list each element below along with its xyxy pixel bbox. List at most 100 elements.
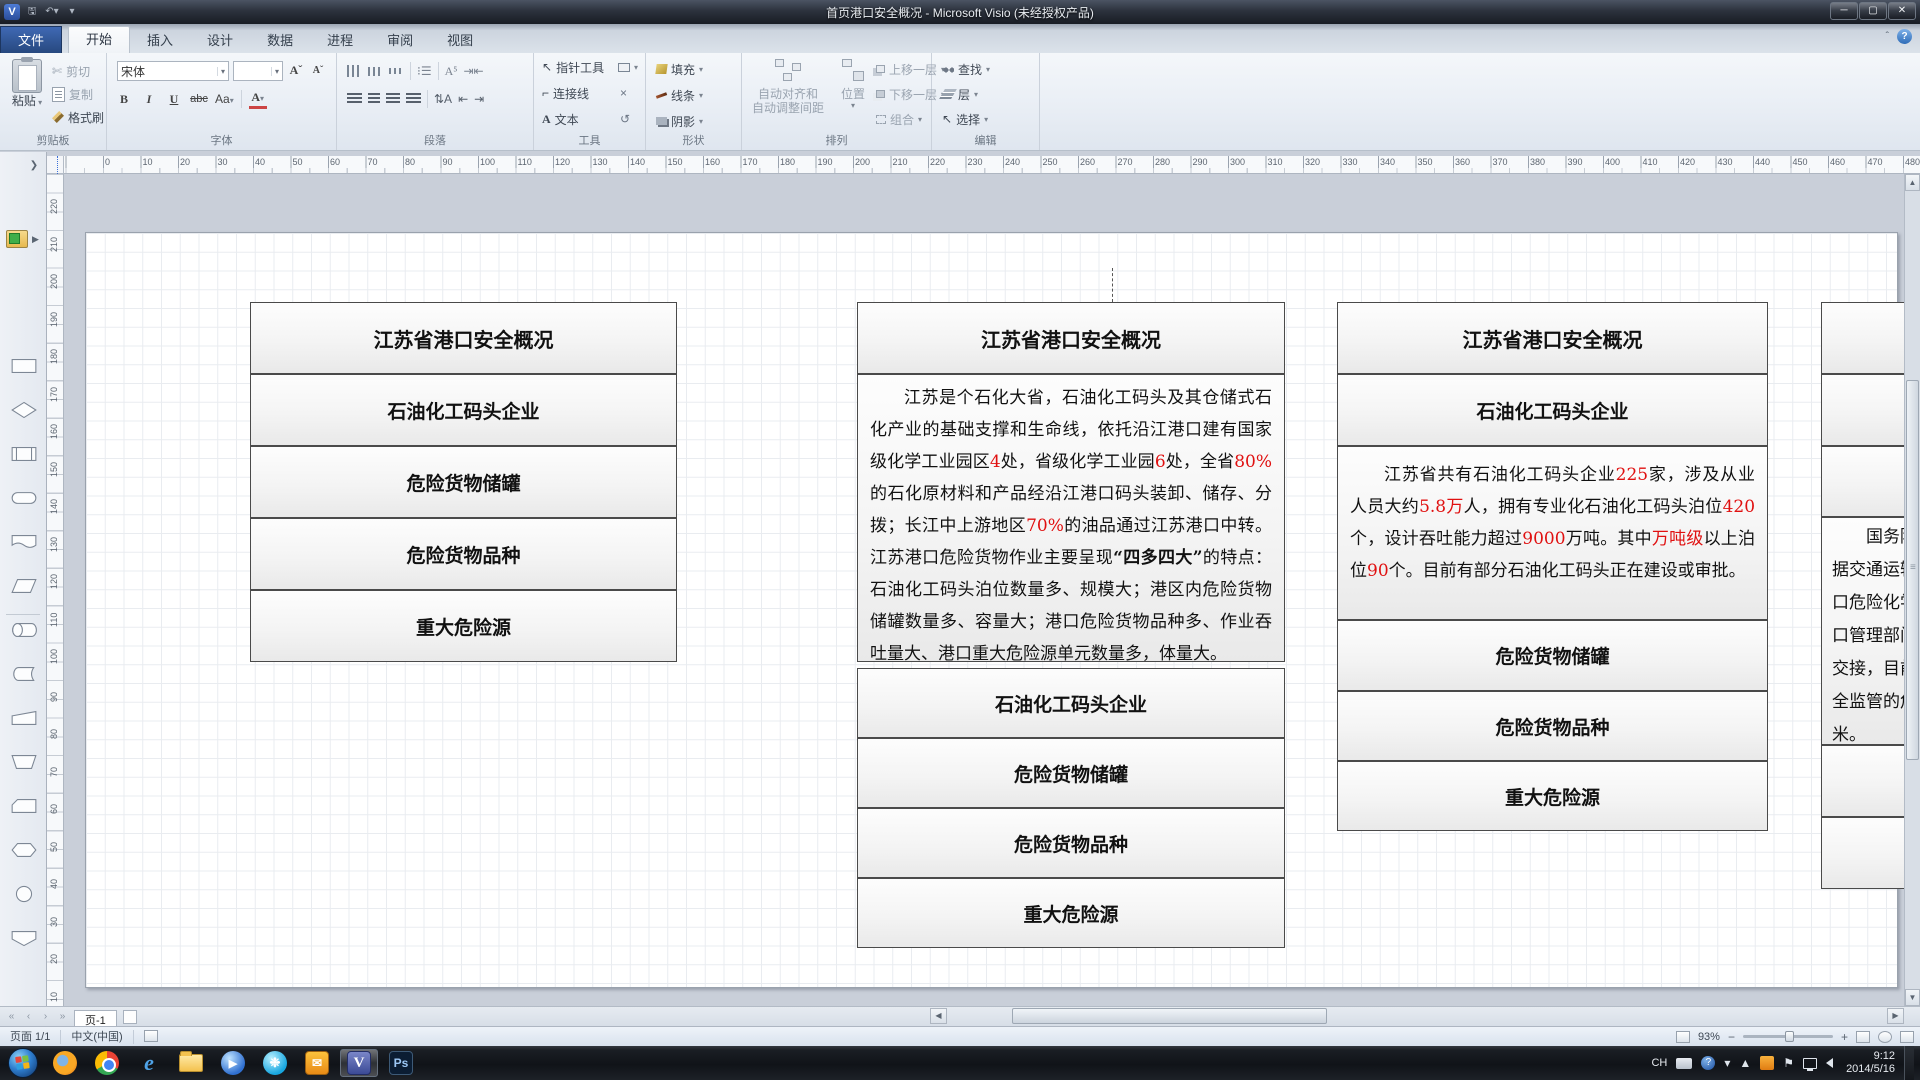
vertical-scroll-thumb[interactable]	[1906, 380, 1919, 760]
undo-button[interactable]: ↶▾	[44, 4, 60, 20]
shape-col2-title[interactable]: 江苏省港口安全概况	[857, 302, 1285, 374]
taskbar-outlook-icon[interactable]: ✉	[298, 1049, 336, 1077]
font-color-button[interactable]: A▾	[249, 90, 267, 109]
text-tool-button[interactable]: A文本	[542, 109, 579, 129]
shape-col1-item[interactable]: 重大危险源	[250, 590, 677, 662]
stencil-shape-manual-input[interactable]	[10, 708, 38, 728]
justify-icon[interactable]	[406, 93, 421, 105]
shape-col1-item[interactable]: 石油化工码头企业	[250, 374, 677, 446]
insert-page-button[interactable]	[123, 1010, 137, 1024]
character-spacing-icon[interactable]: A⁵	[445, 64, 458, 79]
connector-button[interactable]: ⌐连接线	[542, 83, 589, 103]
status-page-indicator[interactable]: 页面 1/1	[0, 1030, 61, 1044]
restore-button[interactable]: ▢	[1859, 2, 1887, 20]
shape-col3-item[interactable]: 危险货物品种	[1337, 691, 1768, 761]
taskbar-explorer-icon[interactable]	[172, 1049, 210, 1077]
tab-review[interactable]: 审阅	[370, 28, 430, 53]
shape-col3-paragraph[interactable]: 江苏省共有石油化工码头企业225家，涉及从业人员大约5.8万人，拥有专业化石油化…	[1337, 446, 1768, 620]
shape-col3-item[interactable]: 重大危险源	[1337, 761, 1768, 831]
scroll-down-button[interactable]: ▼	[1905, 989, 1920, 1006]
shadow-button[interactable]: 阴影▾	[656, 111, 703, 131]
taskbar-ie-icon[interactable]: e	[130, 1049, 168, 1077]
bold-button[interactable]: B	[115, 90, 133, 109]
previous-page-button[interactable]: ‹	[21, 1011, 36, 1022]
position-button[interactable]: 位置 ▾	[834, 57, 872, 110]
shape-col3-item-top[interactable]: 石油化工码头企业	[1337, 374, 1768, 446]
group-button[interactable]: 组合▾	[876, 109, 922, 129]
last-page-button[interactable]: »	[55, 1011, 70, 1022]
vertical-scrollbar[interactable]: ▲ ▼	[1904, 174, 1920, 1006]
shape-col1-title[interactable]: 江苏省港口安全概况	[250, 302, 677, 374]
shape-col2-item[interactable]: 石油化工码头企业	[857, 668, 1285, 738]
taskbar-clock[interactable]: 9:12 2014/5/16	[1842, 1050, 1895, 1076]
expand-shapes-panel-button[interactable]: ❯	[26, 158, 42, 174]
font-name-combo[interactable]: 宋体▾	[117, 61, 229, 81]
stencil-shape-preparation[interactable]	[10, 840, 38, 860]
show-desktop-button[interactable]	[1904, 1046, 1914, 1080]
volume-icon[interactable]	[1826, 1058, 1833, 1068]
language-bar-help-icon[interactable]: ?	[1701, 1056, 1715, 1070]
taskbar-media-player-icon[interactable]: ▶	[214, 1049, 252, 1077]
stencil-icon[interactable]	[6, 230, 28, 248]
taskbar-visio-icon-active[interactable]: V	[340, 1049, 378, 1077]
minimize-button[interactable]: ─	[1830, 2, 1858, 20]
status-language[interactable]: 中文(中国)	[61, 1030, 133, 1044]
tab-file[interactable]: 文件	[0, 26, 62, 53]
network-icon[interactable]	[1803, 1058, 1817, 1069]
paste-button[interactable]: 粘贴 ▾	[6, 55, 48, 110]
align-middle-icon[interactable]	[368, 67, 383, 76]
taskbar-photoshop-icon[interactable]: Ps	[382, 1049, 420, 1077]
start-button[interactable]	[8, 1048, 38, 1078]
indent-icons[interactable]: ⇥⇤	[463, 64, 483, 78]
minimize-ribbon-icon[interactable]: ˆ	[1886, 31, 1889, 42]
stencil-shape-document[interactable]	[10, 532, 38, 552]
shape-col1-item[interactable]: 危险货物品种	[250, 518, 677, 590]
ime-language-indicator[interactable]: CH	[1651, 1057, 1667, 1069]
scroll-left-button[interactable]: ◀	[930, 1008, 947, 1024]
page-tab[interactable]: 页-1	[74, 1010, 117, 1027]
rotate-tool-button[interactable]: ↺	[620, 109, 630, 129]
tab-view[interactable]: 视图	[430, 28, 490, 53]
stencil-shape-process[interactable]	[10, 356, 38, 376]
underline-button[interactable]: U	[165, 90, 183, 109]
tab-data[interactable]: 数据	[250, 28, 310, 53]
tab-home[interactable]: 开始	[68, 26, 130, 53]
shape-col1-item[interactable]: 危险货物储罐	[250, 446, 677, 518]
tab-design[interactable]: 设计	[190, 28, 250, 53]
close-button[interactable]: ✕	[1888, 2, 1916, 20]
connection-point-button[interactable]: ×	[620, 83, 627, 103]
zoom-slider-knob[interactable]	[1785, 1031, 1794, 1042]
stencil-shape-connector[interactable]	[10, 884, 38, 904]
auto-align-button[interactable]: 自动对齐和 自动调整间距	[746, 57, 830, 115]
cut-button[interactable]: ✄剪切	[52, 61, 90, 81]
stencil-shape-card[interactable]	[10, 796, 38, 816]
decrease-indent-icon[interactable]: ⇤	[458, 92, 468, 106]
change-case-button[interactable]: Aa▾	[215, 90, 234, 109]
align-left-icon[interactable]	[347, 93, 362, 105]
horizontal-scroll-thumb[interactable]	[1012, 1008, 1327, 1024]
language-bar-options-icon[interactable]: ▾	[1724, 1056, 1730, 1070]
horizontal-scrollbar[interactable]: ◀ ▶	[930, 1008, 1904, 1025]
shrink-font-button[interactable]: Aˇ	[309, 61, 327, 80]
grow-font-button[interactable]: Aˇ	[287, 61, 305, 80]
shape-col2-item[interactable]: 重大危险源	[857, 878, 1285, 948]
find-button[interactable]: 查找▾	[942, 59, 990, 79]
whole-page-view-icon[interactable]	[1676, 1031, 1690, 1043]
zoom-out-button[interactable]: −	[1728, 1031, 1735, 1043]
pointer-tool-button[interactable]: ↖指针工具	[542, 57, 604, 77]
show-hidden-icons-button[interactable]: ▲	[1739, 1056, 1751, 1070]
zoom-level[interactable]: 93%	[1698, 1031, 1720, 1043]
line-spacing-icon[interactable]: ⇅A	[434, 92, 452, 106]
taskbar-chrome-icon[interactable]	[88, 1049, 126, 1077]
help-icon[interactable]: ?	[1897, 29, 1912, 44]
stencil-shape-subprocess[interactable]	[10, 444, 38, 464]
rectangle-tool-button[interactable]: ▾	[618, 57, 638, 77]
stencil-shape-start-end[interactable]	[10, 488, 38, 508]
strikethrough-button[interactable]: abc	[190, 90, 208, 109]
copy-button[interactable]: 复制	[52, 84, 93, 104]
shape-col3-item[interactable]: 危险货物储罐	[1337, 620, 1768, 691]
save-button[interactable]: 🖫	[24, 4, 40, 20]
keyboard-layout-icon[interactable]	[1676, 1058, 1692, 1069]
align-bottom-icon[interactable]	[389, 68, 404, 74]
drawing-canvas[interactable]: 江苏省港口安全概况 石油化工码头企业 危险货物储罐 危险货物品种 重大危险源 江…	[64, 174, 1920, 1006]
